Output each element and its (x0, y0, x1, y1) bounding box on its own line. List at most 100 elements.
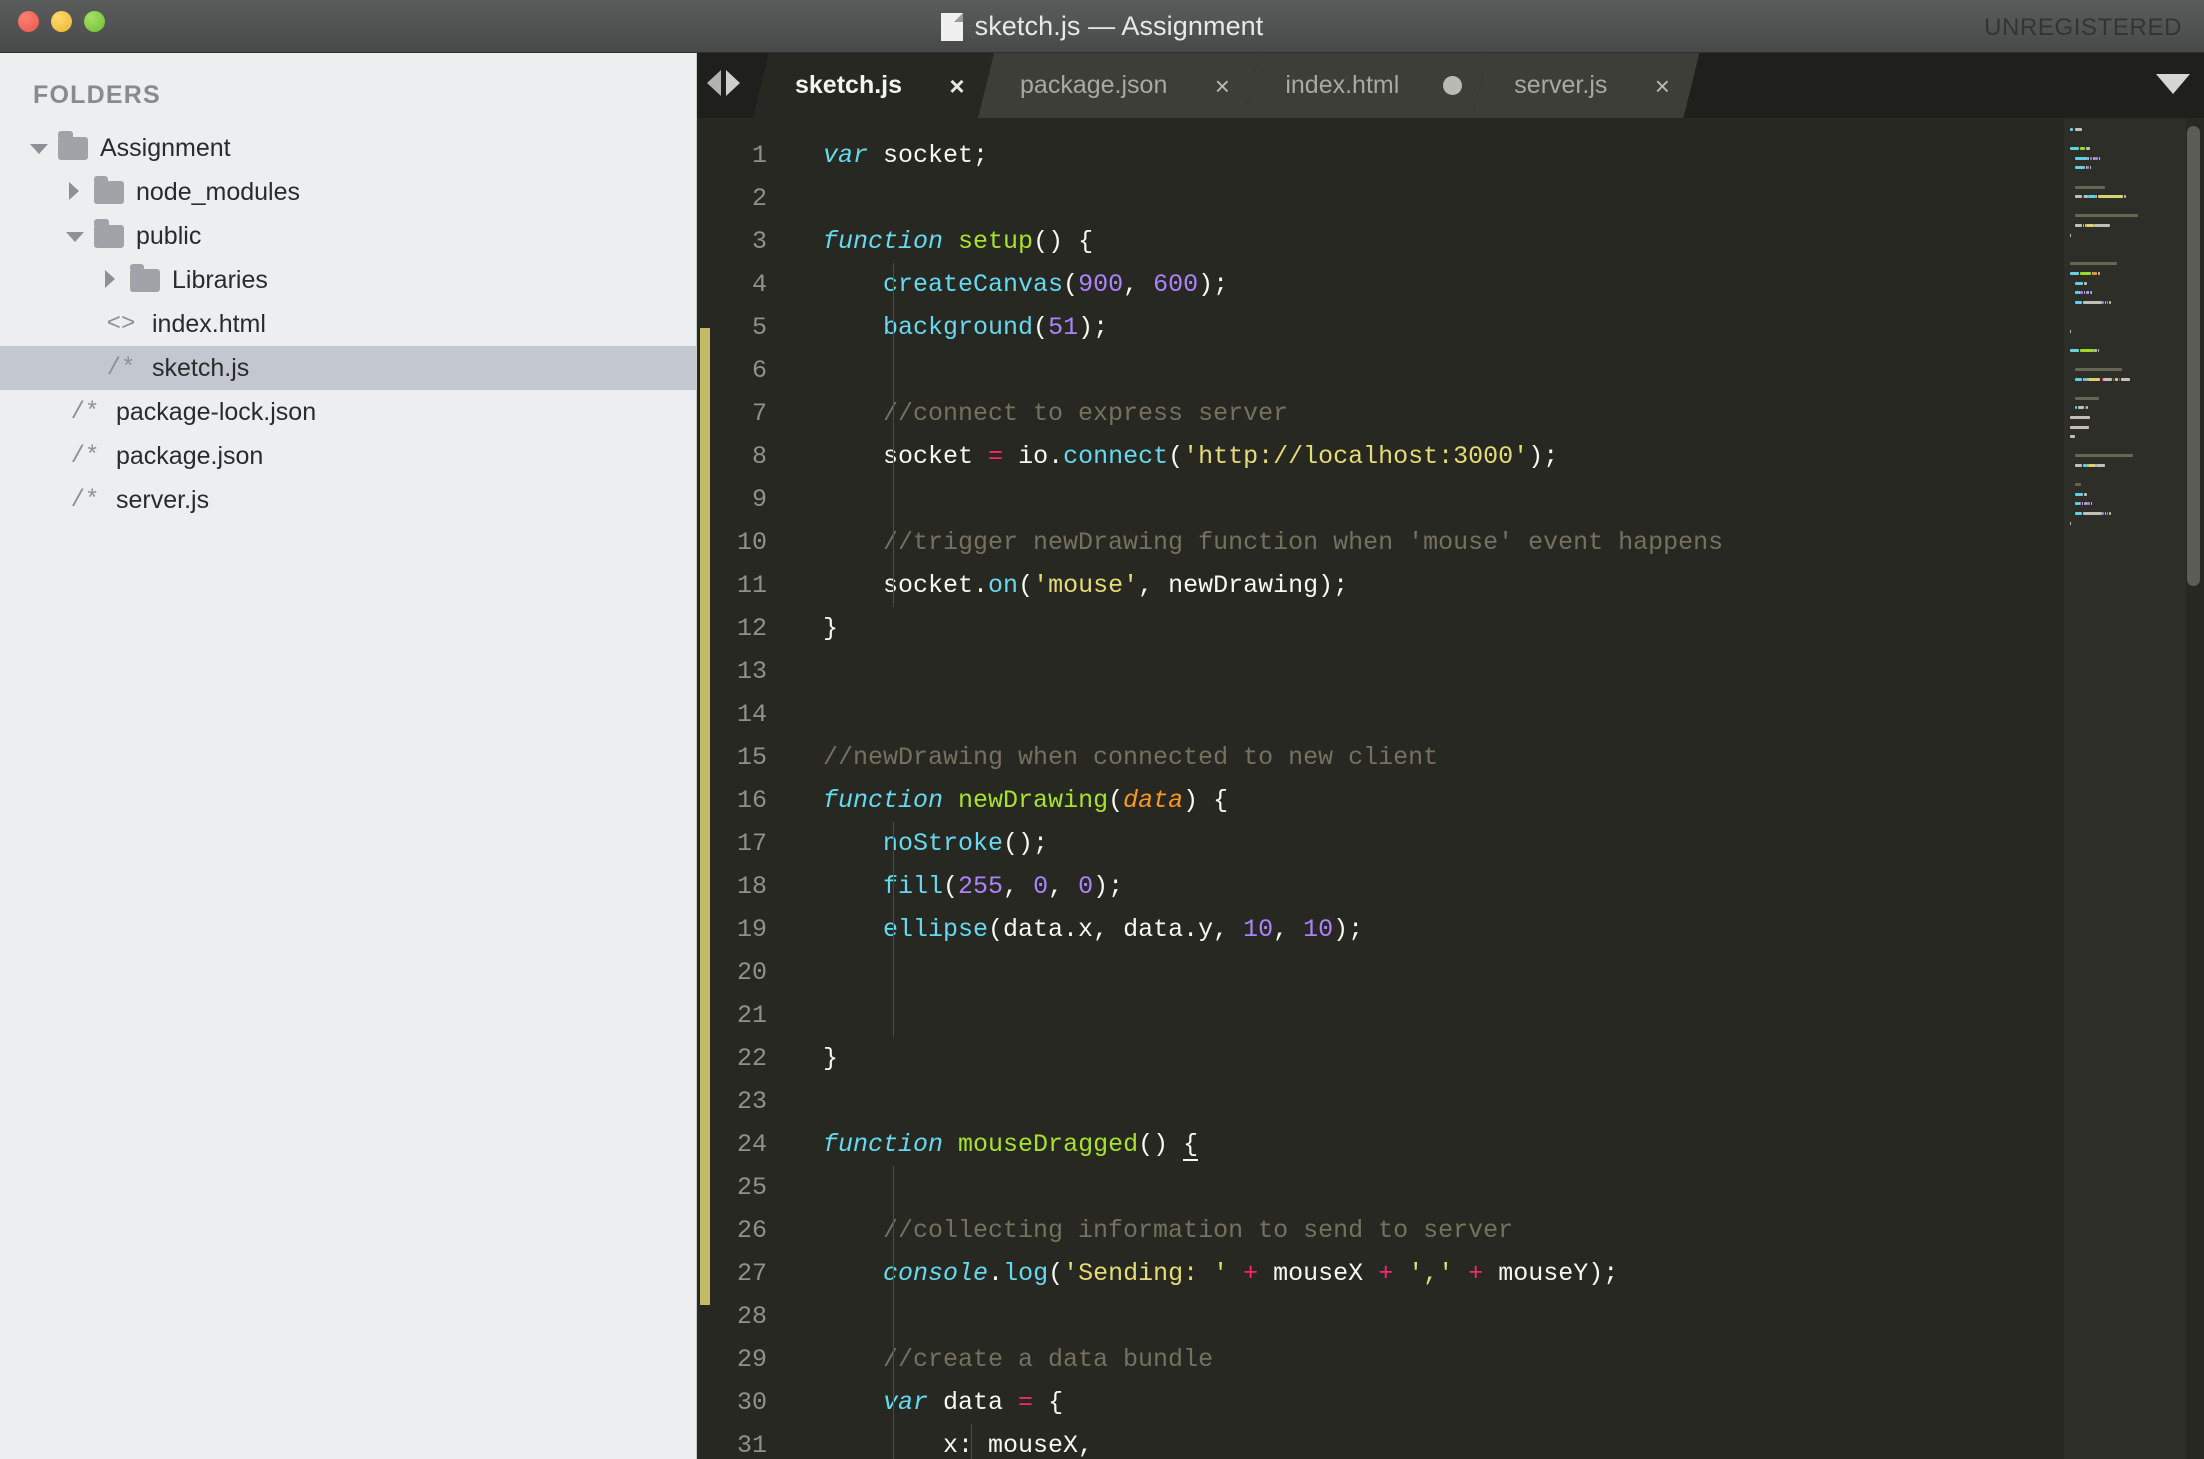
code-line-23[interactable]: 23 (697, 1080, 2204, 1123)
code-text[interactable]: function mouseDragged() { (783, 1123, 2204, 1166)
close-window-button[interactable] (18, 11, 39, 32)
code-text[interactable]: //newDrawing when connected to new clien… (783, 736, 2204, 779)
code-line-17[interactable]: 17 noStroke(); (697, 822, 2204, 865)
close-tab-icon[interactable]: × (1651, 73, 1673, 99)
code-minimap[interactable] (2064, 118, 2186, 1459)
code-text[interactable]: function newDrawing(data) { (783, 779, 2204, 822)
zoom-window-button[interactable] (84, 11, 105, 32)
code-line-22[interactable]: 22} (697, 1037, 2204, 1080)
chevron-down-icon[interactable] (28, 138, 48, 158)
code-text[interactable]: console.log('Sending: ' + mouseX + ',' +… (783, 1252, 2204, 1295)
tree-item-label: Libraries (172, 265, 268, 294)
tree-folder-node-modules[interactable]: node_modules (0, 170, 696, 214)
code-text[interactable]: } (783, 1037, 2204, 1080)
tab-list-dropdown-icon[interactable] (2156, 74, 2190, 94)
unsaved-changes-dot-icon[interactable] (1443, 76, 1462, 95)
token-pl: (data.x, data.y, (988, 915, 1244, 944)
next-tab-arrow-icon[interactable] (726, 70, 740, 96)
tree-file-sketch-js[interactable]: /* sketch.js (0, 346, 696, 390)
code-line-21[interactable]: 21 (697, 994, 2204, 1037)
tab-nav-arrows[interactable] (707, 70, 740, 96)
code-line-11[interactable]: 11 socket.on('mouse', newDrawing); (697, 564, 2204, 607)
tree-item-label: package.json (116, 441, 264, 470)
chevron-right-icon[interactable] (100, 270, 120, 290)
code-line-2[interactable]: 2 (697, 177, 2204, 220)
code-text[interactable]: //connect to express server (783, 392, 2204, 435)
chevron-right-icon[interactable] (64, 182, 84, 202)
code-line-24[interactable]: 24 function mouseDragged() { (697, 1123, 2204, 1166)
code-line-27[interactable]: 27 console.log('Sending: ' + mouseX + ',… (697, 1252, 2204, 1295)
code-text[interactable]: fill(255, 0, 0); (783, 865, 2204, 908)
prev-tab-arrow-icon[interactable] (707, 70, 721, 96)
chevron-down-icon[interactable] (64, 226, 84, 246)
code-text[interactable]: var socket; (783, 134, 2204, 177)
code-line-14[interactable]: 14 (697, 693, 2204, 736)
indent-guide (893, 1209, 894, 1252)
tab-label: package.json (1020, 71, 1168, 99)
code-line-29[interactable]: 29 //create a data bundle (697, 1338, 2204, 1381)
code-line-9[interactable]: 9 (697, 478, 2204, 521)
folders-header: FOLDERS (33, 81, 161, 109)
code-text[interactable]: var data = { (783, 1381, 2204, 1424)
tree-file-server-js[interactable]: /* server.js (0, 478, 696, 522)
code-line-25[interactable]: 25 (697, 1166, 2204, 1209)
code-text[interactable]: //collecting information to send to serv… (783, 1209, 2204, 1252)
code-text[interactable]: socket = io.connect('http://localhost:30… (783, 435, 2204, 478)
code-text[interactable]: socket.on('mouse', newDrawing); (783, 564, 2204, 607)
code-line-7[interactable]: 7 //connect to express server (697, 392, 2204, 435)
code-line-12[interactable]: 12} (697, 607, 2204, 650)
code-line-4[interactable]: 4 createCanvas(900, 600); (697, 263, 2204, 306)
code-line-30[interactable]: 30 var data = { (697, 1381, 2204, 1424)
minimap-token (2109, 300, 2111, 304)
token-pl: mouseY); (1483, 1259, 1619, 1288)
code-pane[interactable]: 1 var socket; 2 3 function setup() {4 create… (697, 118, 2204, 1459)
tree-file-index-html[interactable]: <> index.html (0, 302, 696, 346)
code-line-16[interactable]: 16 function newDrawing(data) { (697, 779, 2204, 822)
js-file-icon: /* (70, 486, 100, 514)
tree-folder-libraries[interactable]: Libraries (0, 258, 696, 302)
code-line-31[interactable]: 31 x: mouseX, (697, 1424, 2204, 1459)
tree-folder-assignment[interactable]: Assignment (0, 126, 696, 170)
tree-item-label: sketch.js (152, 353, 250, 382)
code-line-3[interactable]: 3 function setup() { (697, 220, 2204, 263)
code-line-19[interactable]: 19 ellipse(data.x, data.y, 10, 10); (697, 908, 2204, 951)
code-text[interactable]: } (783, 607, 2204, 650)
code-line-13[interactable]: 13 (697, 650, 2204, 693)
line-number: 25 (736, 1173, 767, 1202)
code-line-20[interactable]: 20 (697, 951, 2204, 994)
line-number: 20 (736, 958, 767, 987)
tree-file-package-json[interactable]: /* package.json (0, 434, 696, 478)
tab-package-json[interactable]: package.json × (978, 53, 1259, 118)
code-line-10[interactable]: 10 //trigger newDrawing function when 'm… (697, 521, 2204, 564)
code-text[interactable]: x: mouseX, (783, 1424, 2204, 1459)
code-line-1[interactable]: 1 var socket; (697, 134, 2204, 177)
code-text[interactable]: //create a data bundle (783, 1338, 2204, 1381)
code-text[interactable]: ellipse(data.x, data.y, 10, 10); (783, 908, 2204, 951)
tab-index-html[interactable]: index.html (1243, 53, 1488, 118)
code-line-5[interactable]: 5 background(51); (697, 306, 2204, 349)
tree-file-package-lock-json[interactable]: /* package-lock.json (0, 390, 696, 434)
tab-sketch-js[interactable]: sketch.js × (753, 53, 994, 118)
minimize-window-button[interactable] (51, 11, 72, 32)
code-text[interactable]: //trigger newDrawing function when 'mous… (783, 521, 2204, 564)
code-line-8[interactable]: 8 socket = io.connect('http://localhost:… (697, 435, 2204, 478)
code-lines[interactable]: 1 var socket; 2 3 function setup() {4 create… (697, 134, 2204, 1459)
code-line-26[interactable]: 26 //collecting information to send to s… (697, 1209, 2204, 1252)
minimap-token (2070, 262, 2117, 266)
code-line-6[interactable]: 6 (697, 349, 2204, 392)
code-line-15[interactable]: 15 //newDrawing when connected to new cli… (697, 736, 2204, 779)
tree-folder-public[interactable]: public (0, 214, 696, 258)
code-line-18[interactable]: 18 fill(255, 0, 0); (697, 865, 2204, 908)
minimap-viewport[interactable] (2064, 118, 2186, 1459)
close-tab-icon[interactable]: × (946, 73, 968, 99)
code-text[interactable]: noStroke(); (783, 822, 2204, 865)
code-text[interactable]: function setup() { (783, 220, 2204, 263)
code-line-28[interactable]: 28 (697, 1295, 2204, 1338)
tab-server-js[interactable]: server.js × (1472, 53, 1699, 118)
close-tab-icon[interactable]: × (1211, 73, 1233, 99)
vertical-scrollbar[interactable] (2187, 126, 2200, 586)
code-text[interactable]: background(51); (783, 306, 2204, 349)
code-text[interactable]: createCanvas(900, 600); (783, 263, 2204, 306)
